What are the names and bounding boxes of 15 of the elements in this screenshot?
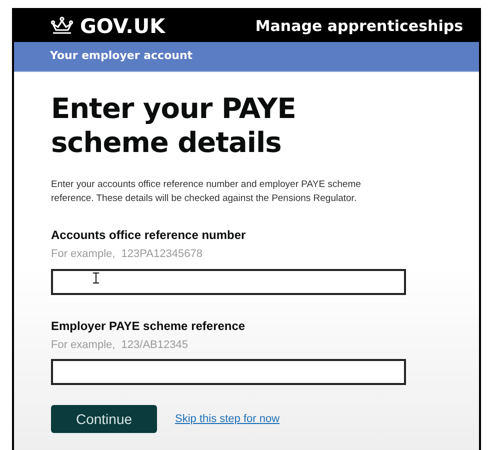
service-name[interactable]: Manage apprenticeships <box>255 14 463 38</box>
continue-button[interactable]: Continue <box>51 405 157 433</box>
text-field[interactable] <box>51 359 406 385</box>
field-label: Accounts office reference number <box>51 227 247 244</box>
crown-icon <box>50 16 74 36</box>
text-field[interactable] <box>51 268 406 294</box>
site-logo[interactable]: GOV.UK <box>80 11 166 41</box>
account-link[interactable]: Your employer account <box>50 48 193 65</box>
skip-link[interactable]: Skip this step for now <box>175 410 280 428</box>
page-heading: Enter your PAYE scheme details <box>51 92 297 160</box>
text-cursor-icon <box>93 272 99 284</box>
field-hint: For example, 123/AB12345 <box>51 338 189 352</box>
intro-text: Enter your accounts office reference number and employer PAYE scheme reference. These details will be checked against the Pensions Regulator. <box>51 178 362 206</box>
field-label: Employer PAYE scheme reference <box>51 318 246 334</box>
field-hint: For example, 123PA12345678 <box>51 247 204 262</box>
